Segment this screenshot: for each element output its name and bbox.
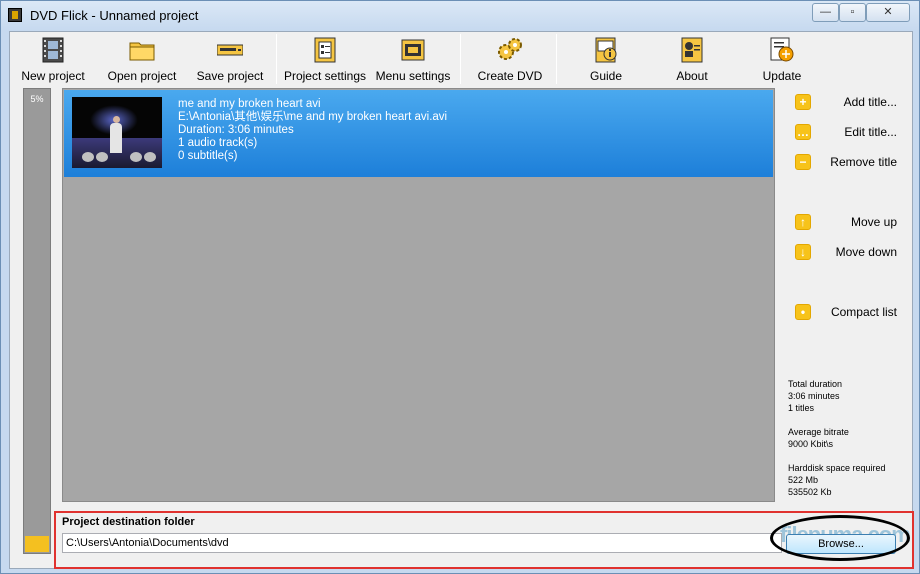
open-project-button[interactable]: Open project <box>102 32 182 86</box>
video-thumbnail <box>72 97 162 168</box>
project-stats: Total duration 3:06 minutes 1 titles Ave… <box>788 378 886 510</box>
guide-book-icon <box>595 37 617 63</box>
toolbar: New project Open project Save project Pr… <box>10 32 912 86</box>
move-down-button[interactable]: ↓ Move down <box>778 240 910 264</box>
app-icon <box>8 8 22 22</box>
project-settings-button[interactable]: Project settings <box>282 32 368 86</box>
about-button[interactable]: About <box>662 32 722 86</box>
space-label: Harddisk space required <box>788 463 886 473</box>
bitrate-value: 9000 Kbit\s <box>788 439 834 449</box>
progress-percent: 5% <box>30 94 44 104</box>
save-project-button[interactable]: Save project <box>194 32 266 86</box>
menu-settings-label: Menu settings <box>375 69 451 83</box>
minimize-button[interactable]: — <box>812 3 839 22</box>
save-project-label: Save project <box>196 69 264 83</box>
compact-list-button[interactable]: • Compact list <box>778 300 910 324</box>
title-bar: DVD Flick - Unnamed project — ▫ ✕ <box>1 1 919 31</box>
menu-icon <box>401 39 425 61</box>
title-duration: Duration: 3:06 minutes <box>178 124 294 136</box>
title-subtitles: 0 subtitle(s) <box>178 150 238 162</box>
destination-folder-panel: Project destination folder filepuma.com … <box>54 511 914 569</box>
minus-icon: − <box>795 154 811 170</box>
create-dvd-button[interactable]: Create DVD <box>472 32 548 86</box>
add-title-label: Add title... <box>843 95 897 109</box>
plus-icon: + <box>795 94 811 110</box>
move-up-button[interactable]: ↑ Move up <box>778 210 910 234</box>
remove-title-button[interactable]: − Remove title <box>778 150 910 174</box>
bitrate-label: Average bitrate <box>788 427 849 437</box>
title-name: me and my broken heart avi <box>178 98 321 110</box>
main-client-area: New project Open project Save project Pr… <box>9 31 914 569</box>
open-project-label: Open project <box>107 69 177 83</box>
compact-list-label: Compact list <box>830 305 897 319</box>
destination-folder-input[interactable] <box>62 533 782 553</box>
toolbar-separator <box>460 34 461 84</box>
settings-sheet-icon <box>314 37 336 63</box>
edit-title-label: Edit title... <box>844 125 897 139</box>
title-details: me and my broken heart avi E:\Antonia\其他… <box>178 98 447 163</box>
toolbar-separator <box>556 34 557 84</box>
title-list[interactable]: me and my broken heart avi E:\Antonia\其他… <box>62 88 775 502</box>
toolbar-separator <box>276 34 277 84</box>
space-kb: 535502 Kb <box>788 487 832 497</box>
total-duration-label: Total duration <box>788 379 843 389</box>
arrow-down-icon: ↓ <box>795 244 811 260</box>
total-duration-value: 3:06 minutes <box>788 391 840 401</box>
update-label: Update <box>762 69 802 83</box>
maximize-button[interactable]: ▫ <box>839 3 866 22</box>
guide-button[interactable]: Guide <box>576 32 636 86</box>
title-list-item[interactable]: me and my broken heart avi E:\Antonia\其他… <box>64 90 773 177</box>
titles-count: 1 titles <box>788 403 815 413</box>
create-dvd-label: Create DVD <box>477 69 543 83</box>
add-title-button[interactable]: + Add title... <box>778 90 910 114</box>
gears-icon <box>498 38 522 60</box>
arrow-up-icon: ↑ <box>795 214 811 230</box>
film-icon <box>42 37 64 63</box>
update-globe-icon <box>770 37 794 62</box>
destination-folder-label: Project destination folder <box>62 516 195 528</box>
sidebar: + Add title... … Edit title... − Remove … <box>778 88 912 508</box>
window-title: DVD Flick - Unnamed project <box>30 8 199 23</box>
new-project-button[interactable]: New project <box>16 32 90 86</box>
app-window: DVD Flick - Unnamed project — ▫ ✕ New pr… <box>0 0 920 574</box>
remove-title-label: Remove title <box>830 155 897 169</box>
guide-label: Guide <box>589 69 623 83</box>
compact-list-icon: • <box>795 304 811 320</box>
menu-settings-button[interactable]: Menu settings <box>372 32 454 86</box>
close-button[interactable]: ✕ <box>866 3 910 22</box>
move-up-label: Move up <box>850 215 897 229</box>
edit-title-button[interactable]: … Edit title... <box>778 120 910 144</box>
folder-icon <box>129 42 155 61</box>
about-label: About <box>676 69 708 83</box>
update-button[interactable]: Update <box>752 32 812 86</box>
project-settings-label: Project settings <box>283 69 367 83</box>
move-down-label: Move down <box>835 245 897 259</box>
space-mb: 522 Mb <box>788 475 819 485</box>
progress-fill <box>25 536 49 552</box>
about-card-icon <box>681 37 703 63</box>
title-audio-tracks: 1 audio track(s) <box>178 137 258 149</box>
title-path: E:\Antonia\其他\娱乐\me and my broken heart … <box>178 111 448 123</box>
new-project-label: New project <box>21 69 85 83</box>
highlight-oval <box>770 515 910 561</box>
dvd-drive-icon <box>217 44 243 56</box>
ellipsis-icon: … <box>795 124 811 140</box>
progress-bar: 5% <box>23 88 51 554</box>
